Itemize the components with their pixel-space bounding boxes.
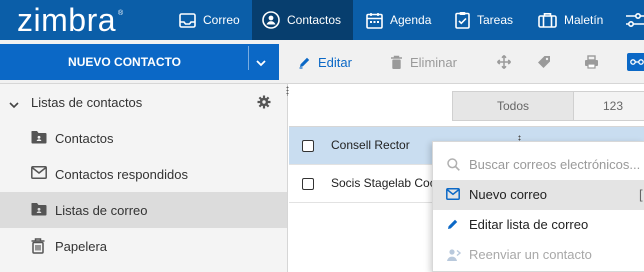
- tab-agenda[interactable]: Agenda: [366, 0, 431, 40]
- new-contact-label: NUEVO CONTACTO: [68, 55, 181, 69]
- edit-button[interactable]: Editar: [298, 40, 352, 84]
- tag-icon[interactable]: [537, 40, 551, 84]
- sidebar-item-papelera[interactable]: Papelera: [0, 228, 287, 264]
- row-checkbox[interactable]: [302, 140, 314, 152]
- sidebar-item-label: Papelera: [55, 239, 108, 254]
- delete-button[interactable]: Eliminar: [390, 40, 457, 84]
- sidebar: Listas de contactos Contactos Contactos …: [0, 84, 288, 272]
- search-icon: [447, 158, 460, 174]
- row-checkbox[interactable]: [302, 178, 314, 190]
- filter-label: Todos: [496, 99, 530, 113]
- tasks-icon: [455, 11, 470, 29]
- menu-item-shortcut: [: [639, 187, 643, 202]
- button-divider: [248, 46, 249, 70]
- forward-contact-icon: [446, 248, 462, 265]
- edit-label: Editar: [318, 54, 352, 70]
- context-menu: Buscar correos electrónicos... Nuevo cor…: [432, 141, 644, 272]
- tab-correo[interactable]: Correo: [179, 0, 240, 40]
- share-icon[interactable]: [627, 40, 644, 84]
- briefcase-icon: [538, 12, 557, 28]
- contact-lists-header[interactable]: Listas de contactos: [0, 84, 287, 120]
- pencil-icon: [446, 218, 459, 234]
- toolbar: NUEVO CONTACTO Editar Eliminar: [0, 40, 644, 84]
- contacts-folder-icon: [31, 130, 47, 147]
- menu-item-reenviar-contacto[interactable]: Reenviar un contacto: [433, 240, 644, 270]
- contact-lists-title: Listas de contactos: [31, 95, 143, 110]
- print-icon[interactable]: [584, 40, 599, 84]
- list-item-name: Consell Rector: [331, 138, 410, 152]
- context-menu-search[interactable]: Buscar correos electrónicos...: [433, 150, 644, 180]
- sidebar-item-listas-de-correo[interactable]: Listas de correo: [0, 192, 287, 228]
- trash-icon: [31, 238, 45, 257]
- tab-contactos-label: Contactos: [287, 13, 342, 27]
- chevron-down-icon[interactable]: [9, 97, 19, 112]
- alphabet-filter-bar: Todos 123: [289, 84, 644, 127]
- tab-maletin-label: Maletín: [564, 13, 604, 27]
- contacts-icon: [262, 11, 280, 29]
- sidebar-item-contactos-respondidos[interactable]: Contactos respondidos: [0, 156, 287, 192]
- filter-todos-button[interactable]: Todos: [452, 91, 574, 121]
- filter-123-button[interactable]: 123: [573, 91, 644, 121]
- logo-registered-mark: ®: [118, 9, 124, 17]
- sidebar-item-label: Listas de correo: [55, 203, 148, 218]
- mail-icon: [179, 12, 196, 28]
- calendar-icon: [366, 12, 383, 29]
- delete-label: Eliminar: [410, 54, 457, 70]
- contacts-folder-icon: [31, 202, 47, 219]
- tab-contactos[interactable]: Contactos: [252, 0, 353, 40]
- chevron-down-icon[interactable]: [256, 55, 266, 70]
- gear-icon[interactable]: [257, 95, 271, 112]
- trash-icon: [390, 55, 403, 70]
- sidebar-item-label: Contactos respondidos: [55, 167, 188, 182]
- tab-agenda-label: Agenda: [390, 13, 432, 27]
- menu-item-label: Nuevo correo: [469, 187, 548, 202]
- menu-item-label: Reenviar un contacto: [469, 247, 592, 262]
- pencil-icon: [298, 56, 311, 69]
- menu-item-editar-lista[interactable]: Editar lista de correo: [433, 210, 644, 240]
- settings-sliders-icon[interactable]: [626, 0, 644, 40]
- menu-item-label: Editar lista de correo: [469, 217, 589, 232]
- sidebar-item-contactos[interactable]: Contactos: [0, 120, 287, 156]
- list-item-name: Socis Stagelab Coc: [331, 176, 436, 190]
- filter-label: 123: [602, 99, 624, 113]
- tab-tareas[interactable]: Tareas: [455, 0, 513, 40]
- zimbra-logo[interactable]: zimbra ®: [17, 0, 124, 40]
- sidebar-item-label: Contactos: [55, 131, 114, 146]
- top-navigation-bar: zimbra ® Correo Contactos Agenda Tareas M…: [0, 0, 644, 40]
- envelope-icon: [446, 188, 460, 203]
- menu-item-nuevo-correo[interactable]: Nuevo correo [: [433, 180, 644, 210]
- search-placeholder: Buscar correos electrónicos...: [469, 157, 641, 172]
- tab-tareas-label: Tareas: [477, 13, 514, 27]
- envelope-icon: [31, 166, 47, 182]
- move-icon[interactable]: [497, 40, 511, 84]
- new-contact-button[interactable]: NUEVO CONTACTO: [0, 44, 279, 80]
- logo-text: zimbra: [17, 1, 117, 38]
- tab-correo-label: Correo: [203, 13, 240, 27]
- tab-maletin[interactable]: Maletín: [538, 0, 603, 40]
